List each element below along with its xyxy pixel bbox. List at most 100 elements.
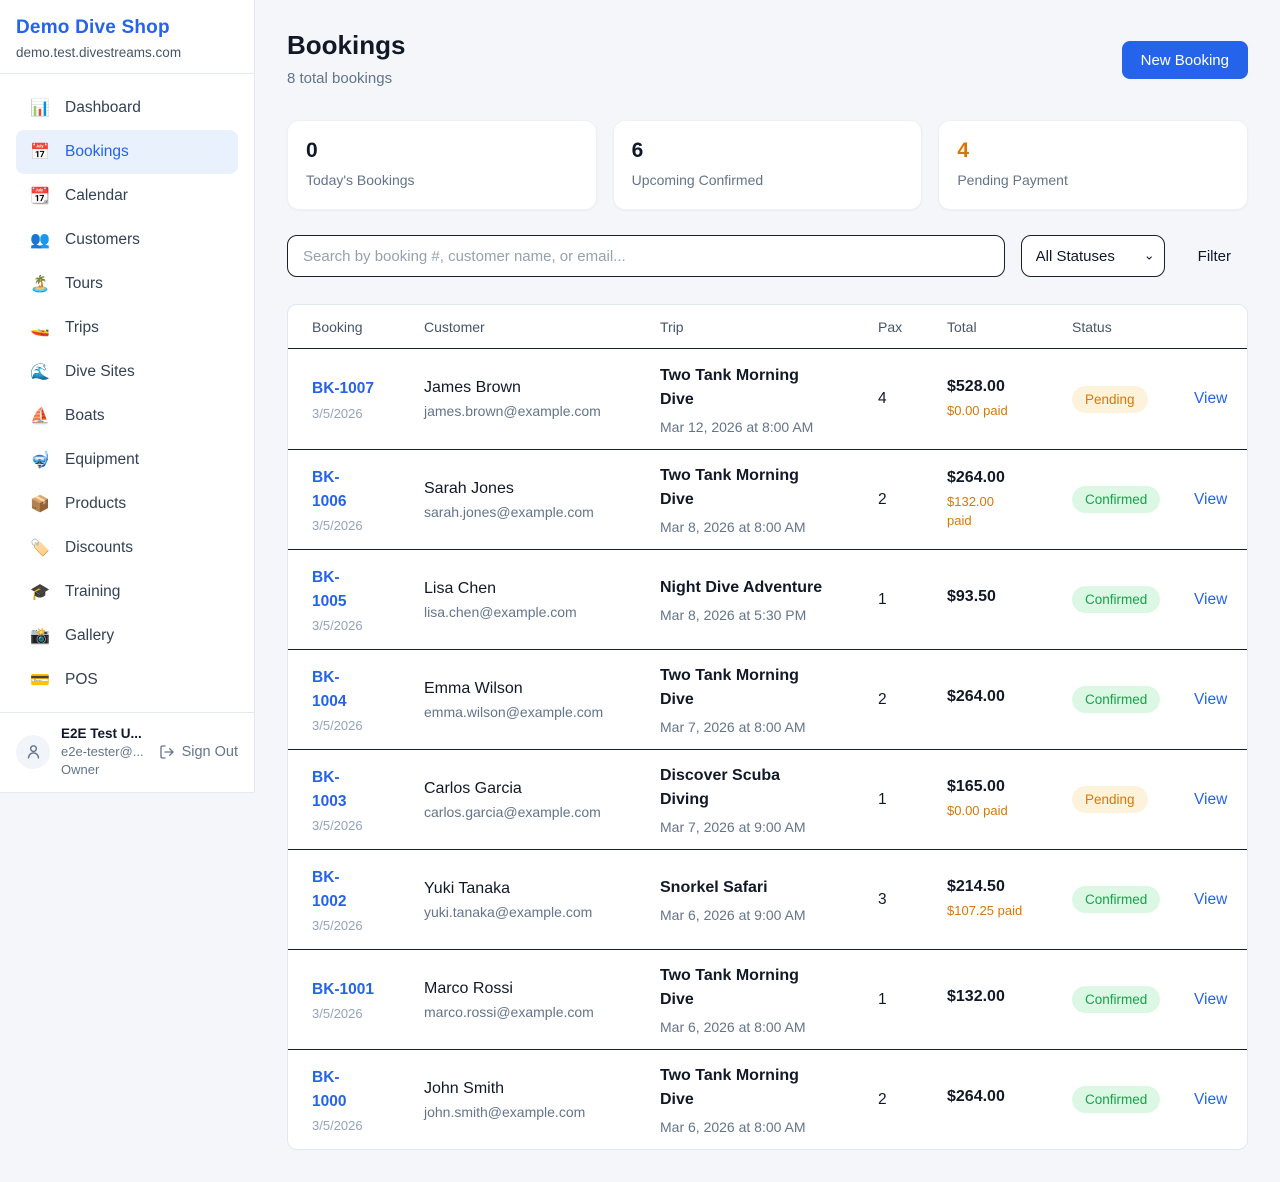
sidebar-item[interactable]: 🏝️ Tours bbox=[16, 262, 238, 306]
nav-item-icon: 🎓 bbox=[30, 582, 50, 602]
user-info: E2E Test U... e2e-tester@... Owner bbox=[61, 726, 144, 777]
total-amount: $132.00 bbox=[947, 988, 1060, 1006]
user-avatar bbox=[16, 735, 50, 769]
customer-name: Sarah Jones bbox=[424, 480, 648, 498]
nav-item-icon: 🏝️ bbox=[30, 274, 50, 294]
column-header-total: Total bbox=[947, 319, 1072, 335]
total-cell: $264.00 bbox=[947, 1088, 1072, 1111]
pax-cell: 3 bbox=[878, 891, 947, 909]
nav-item-icon: 👥 bbox=[30, 230, 50, 250]
sidebar-nav: 📊 Dashboard 📅 Bookings 📆 Calendar 👥 Cust… bbox=[0, 74, 254, 712]
sidebar-item[interactable]: 💳 POS bbox=[16, 658, 238, 702]
view-link[interactable]: View bbox=[1194, 491, 1227, 508]
table-row: BK- 1000 3/5/2026 John Smith john.smith@… bbox=[288, 1049, 1247, 1149]
nav-item-icon: 📆 bbox=[30, 186, 50, 206]
booking-date: 3/5/2026 bbox=[312, 1006, 412, 1021]
app-root: Demo Dive Shop demo.test.divestreams.com… bbox=[0, 0, 1280, 1182]
sidebar-item[interactable]: 📦 Products bbox=[16, 482, 238, 526]
stat-card: 4 Pending Payment bbox=[938, 120, 1248, 210]
table-row: BK- 1004 3/5/2026 Emma Wilson emma.wilso… bbox=[288, 649, 1247, 749]
trip-cell: Two Tank Morning Dive Mar 12, 2026 at 8:… bbox=[660, 364, 878, 435]
view-link[interactable]: View bbox=[1194, 991, 1227, 1008]
new-booking-button[interactable]: New Booking bbox=[1122, 41, 1248, 79]
booking-id-link[interactable]: BK- 1006 bbox=[312, 469, 346, 510]
sidebar-item[interactable]: 📅 Bookings bbox=[16, 130, 238, 174]
status-badge: Confirmed bbox=[1072, 986, 1160, 1013]
status-select-wrap: All Statuses ⌄ bbox=[1021, 235, 1165, 277]
booking-cell: BK-1007 3/5/2026 bbox=[312, 377, 424, 420]
customer-name: Emma Wilson bbox=[424, 680, 648, 698]
booking-date: 3/5/2026 bbox=[312, 918, 412, 933]
nav-item-icon: 📅 bbox=[30, 142, 50, 162]
nav-item-label: POS bbox=[65, 671, 98, 689]
actions-cell: View bbox=[1194, 491, 1247, 509]
stat-value: 4 bbox=[957, 139, 1229, 163]
nav-item-icon: 📸 bbox=[30, 626, 50, 646]
customer-name: Carlos Garcia bbox=[424, 780, 648, 798]
booking-id-link[interactable]: BK- 1000 bbox=[312, 1069, 346, 1110]
sidebar-item[interactable]: 🚤 Trips bbox=[16, 306, 238, 350]
booking-id-link[interactable]: BK- 1004 bbox=[312, 669, 346, 710]
actions-cell: View bbox=[1194, 691, 1247, 709]
view-link[interactable]: View bbox=[1194, 891, 1227, 908]
trip-name: Two Tank Morning Dive bbox=[660, 964, 866, 1012]
trip-date: Mar 8, 2026 at 5:30 PM bbox=[660, 607, 866, 623]
sign-out-label: Sign Out bbox=[182, 744, 238, 760]
table-row: BK- 1003 3/5/2026 Carlos Garcia carlos.g… bbox=[288, 749, 1247, 849]
trip-name: Two Tank Morning Dive bbox=[660, 464, 866, 512]
sidebar-item[interactable]: 🌊 Dive Sites bbox=[16, 350, 238, 394]
booking-date: 3/5/2026 bbox=[312, 1118, 412, 1133]
pax-cell: 1 bbox=[878, 591, 947, 609]
pax-cell: 4 bbox=[878, 390, 947, 408]
booking-id-link[interactable]: BK- 1002 bbox=[312, 869, 346, 910]
customer-name: Lisa Chen bbox=[424, 580, 648, 598]
sidebar-item[interactable]: 🎓 Training bbox=[16, 570, 238, 614]
sidebar-item[interactable]: 👥 Customers bbox=[16, 218, 238, 262]
customer-cell: Emma Wilson emma.wilson@example.com bbox=[424, 680, 660, 720]
nav-item-icon: 📊 bbox=[30, 98, 50, 118]
view-link[interactable]: View bbox=[1194, 691, 1227, 708]
sidebar-item[interactable]: 📸 Gallery bbox=[16, 614, 238, 658]
trip-date: Mar 6, 2026 at 9:00 AM bbox=[660, 907, 866, 923]
booking-id-link[interactable]: BK- 1003 bbox=[312, 769, 346, 810]
nav-item-label: Trips bbox=[65, 319, 99, 337]
total-cell: $132.00 bbox=[947, 988, 1072, 1011]
customer-email: lisa.chen@example.com bbox=[424, 604, 648, 620]
view-link[interactable]: View bbox=[1194, 390, 1227, 407]
main-content: Bookings 8 total bookings New Booking 0 … bbox=[255, 0, 1280, 1182]
status-select[interactable]: All Statuses bbox=[1021, 235, 1165, 277]
nav-item-label: Dashboard bbox=[65, 99, 141, 117]
nav-item-label: Customers bbox=[65, 231, 140, 249]
booking-id-link[interactable]: BK-1001 bbox=[312, 981, 374, 998]
booking-id-link[interactable]: BK- 1005 bbox=[312, 569, 346, 610]
search-input[interactable] bbox=[287, 235, 1005, 277]
total-cell: $264.00 bbox=[947, 688, 1072, 711]
nav-item-icon: 🤿 bbox=[30, 450, 50, 470]
customer-cell: Sarah Jones sarah.jones@example.com bbox=[424, 480, 660, 520]
total-cell: $528.00 $0.00 paid bbox=[947, 378, 1072, 421]
total-amount: $165.00 bbox=[947, 778, 1060, 796]
stat-card: 0 Today's Bookings bbox=[287, 120, 597, 210]
sidebar-item[interactable]: 📆 Calendar bbox=[16, 174, 238, 218]
total-amount: $264.00 bbox=[947, 469, 1060, 487]
view-link[interactable]: View bbox=[1194, 791, 1227, 808]
trip-cell: Two Tank Morning Dive Mar 7, 2026 at 8:0… bbox=[660, 664, 878, 735]
actions-cell: View bbox=[1194, 891, 1247, 909]
sidebar-item[interactable]: 📊 Dashboard bbox=[16, 86, 238, 130]
page-title: Bookings bbox=[287, 30, 405, 61]
booking-date: 3/5/2026 bbox=[312, 718, 412, 733]
status-badge: Pending bbox=[1072, 386, 1148, 413]
trip-date: Mar 6, 2026 at 8:00 AM bbox=[660, 1119, 866, 1135]
page-heading-group: Bookings 8 total bookings bbox=[287, 30, 405, 87]
total-amount: $528.00 bbox=[947, 378, 1060, 396]
sign-out-button[interactable]: Sign Out bbox=[159, 744, 238, 760]
sidebar-item[interactable]: 🏷️ Discounts bbox=[16, 526, 238, 570]
filter-button[interactable]: Filter bbox=[1198, 248, 1231, 265]
sidebar-item[interactable]: ⛵ Boats bbox=[16, 394, 238, 438]
customer-cell: Marco Rossi marco.rossi@example.com bbox=[424, 980, 660, 1020]
filter-row: All Statuses ⌄ Filter bbox=[287, 235, 1248, 277]
sidebar-item[interactable]: 🤿 Equipment bbox=[16, 438, 238, 482]
view-link[interactable]: View bbox=[1194, 591, 1227, 608]
view-link[interactable]: View bbox=[1194, 1091, 1227, 1108]
booking-id-link[interactable]: BK-1007 bbox=[312, 380, 374, 397]
